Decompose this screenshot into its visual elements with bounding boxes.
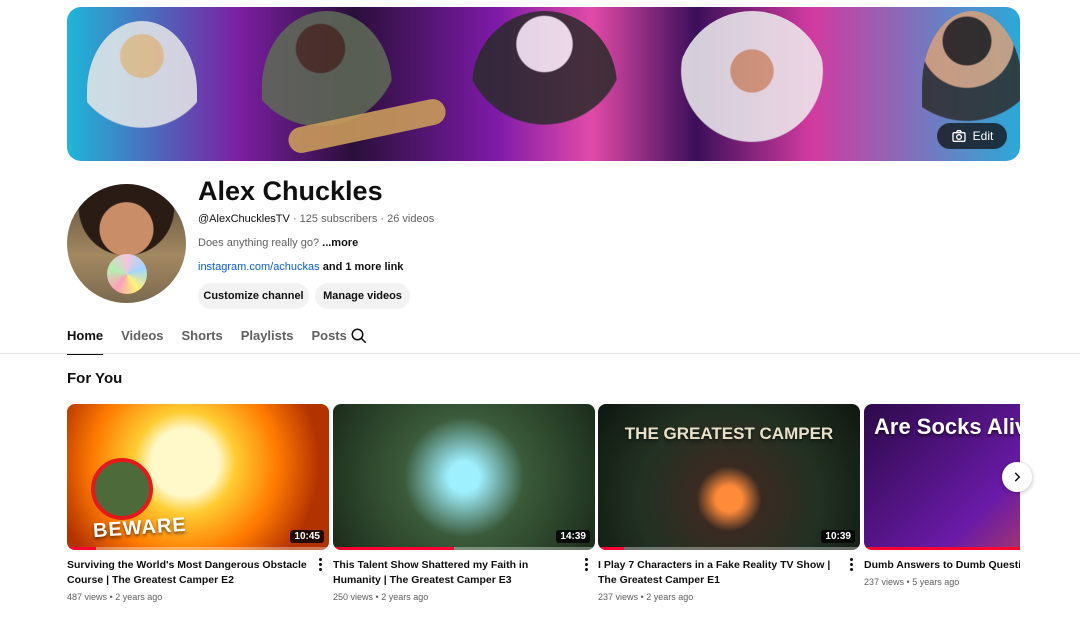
meta-separator: •	[638, 592, 647, 602]
video-title[interactable]: Surviving the World's Most Dangerous Obs…	[67, 558, 329, 588]
description-more-link[interactable]: ...more	[322, 237, 358, 249]
upload-age: 2 years ago	[115, 592, 163, 602]
video-card: BEWARE 10:45 Surviving the World's Most …	[67, 404, 329, 602]
video-card: THE GREATEST CAMPER 10:39 I Play 7 Chara…	[598, 404, 860, 602]
duration-badge: 10:39	[821, 530, 855, 543]
customize-channel-button[interactable]: Customize channel	[198, 283, 309, 309]
tab-shorts[interactable]: Shorts	[182, 322, 223, 354]
camera-icon	[951, 130, 966, 142]
watch-progress-track	[67, 547, 329, 550]
thumbnail-text: Are Socks Alive?	[874, 414, 1020, 439]
upload-age: 5 years ago	[912, 577, 960, 587]
video-thumbnail[interactable]: 14:39	[333, 404, 595, 550]
video-count: 26 videos	[387, 213, 435, 225]
channel-handle: @AlexChucklesTV	[198, 213, 290, 225]
instagram-link[interactable]: instagram.com/achuckas	[198, 261, 320, 273]
channel-description: Does anything really go? ...more	[198, 237, 358, 249]
description-text: Does anything really go?	[198, 237, 320, 249]
section-title: For You	[67, 370, 123, 387]
watch-progress	[67, 547, 96, 550]
tabs-divider	[0, 353, 1080, 354]
meta-separator: •	[107, 592, 116, 602]
thumbnail-text: BEWARE	[92, 513, 188, 543]
lollipop-shape	[107, 254, 147, 294]
view-count: 487 views	[67, 592, 108, 602]
channel-name: Alex Chuckles	[198, 176, 383, 206]
tab-home[interactable]: Home	[67, 322, 104, 355]
video-title[interactable]: Dumb Answers to Dumb Questions	[864, 558, 1020, 573]
view-count: 237 views	[598, 592, 639, 602]
thumbnail-text: THE GREATEST CAMPER	[624, 424, 834, 443]
more-options-icon[interactable]	[844, 556, 858, 572]
channel-links: instagram.com/achuckas and 1 more link	[198, 261, 403, 273]
banner-figure	[87, 21, 197, 161]
channel-meta: @AlexChucklesTV · 125 subscribers · 26 v…	[198, 213, 434, 225]
subscriber-count: 125 subscribers	[299, 213, 378, 225]
edit-label: Edit	[972, 129, 994, 143]
more-options-icon[interactable]	[313, 556, 327, 572]
video-meta: 250 views • 2 years ago	[333, 592, 595, 602]
video-meta: 237 views • 5 years ago	[864, 577, 1020, 587]
video-meta: 487 views • 2 years ago	[67, 592, 329, 602]
watch-progress-track	[598, 547, 860, 550]
tab-videos[interactable]: Videos	[121, 322, 163, 354]
view-count: 237 views	[864, 577, 905, 587]
channel-tabs: Home Videos Shorts Playlists Posts	[67, 322, 365, 355]
watch-progress	[864, 547, 1020, 550]
banner-figure	[472, 11, 617, 161]
next-arrow-button[interactable]	[1002, 462, 1032, 492]
upload-age: 2 years ago	[381, 592, 429, 602]
avatar[interactable]	[67, 184, 186, 303]
meta-separator: ·	[292, 213, 300, 225]
red-circle-shape	[91, 458, 153, 520]
watch-progress	[333, 547, 454, 550]
meta-separator: •	[373, 592, 382, 602]
channel-banner	[67, 7, 1020, 161]
more-options-icon[interactable]	[579, 556, 593, 572]
video-title[interactable]: I Play 7 Characters in a Fake Reality TV…	[598, 558, 860, 588]
video-card: Are Socks Alive? Dumb Answers to Dumb Qu…	[864, 404, 1020, 587]
duration-badge: 14:39	[556, 530, 590, 543]
tab-playlists[interactable]: Playlists	[241, 322, 294, 354]
video-thumbnail[interactable]: Are Socks Alive?	[864, 404, 1020, 550]
duration-badge: 10:45	[290, 530, 324, 543]
chevron-right-icon	[1014, 472, 1021, 482]
watch-progress	[598, 547, 625, 550]
banner-figure	[677, 11, 827, 161]
search-icon[interactable]	[350, 327, 368, 345]
video-thumbnail[interactable]: BEWARE 10:45	[67, 404, 329, 550]
edit-banner-button[interactable]: Edit	[937, 123, 1007, 149]
video-thumbnail[interactable]: THE GREATEST CAMPER 10:39	[598, 404, 860, 550]
tab-posts[interactable]: Posts	[311, 322, 346, 354]
video-title[interactable]: This Talent Show Shattered my Faith in H…	[333, 558, 595, 588]
view-count: 250 views	[333, 592, 374, 602]
upload-age: 2 years ago	[646, 592, 694, 602]
video-meta: 237 views • 2 years ago	[598, 592, 860, 602]
manage-videos-button[interactable]: Manage videos	[315, 283, 410, 309]
more-links-button[interactable]: and 1 more link	[323, 261, 404, 273]
video-card: 14:39 This Talent Show Shattered my Fait…	[333, 404, 595, 602]
meta-separator: •	[904, 577, 913, 587]
